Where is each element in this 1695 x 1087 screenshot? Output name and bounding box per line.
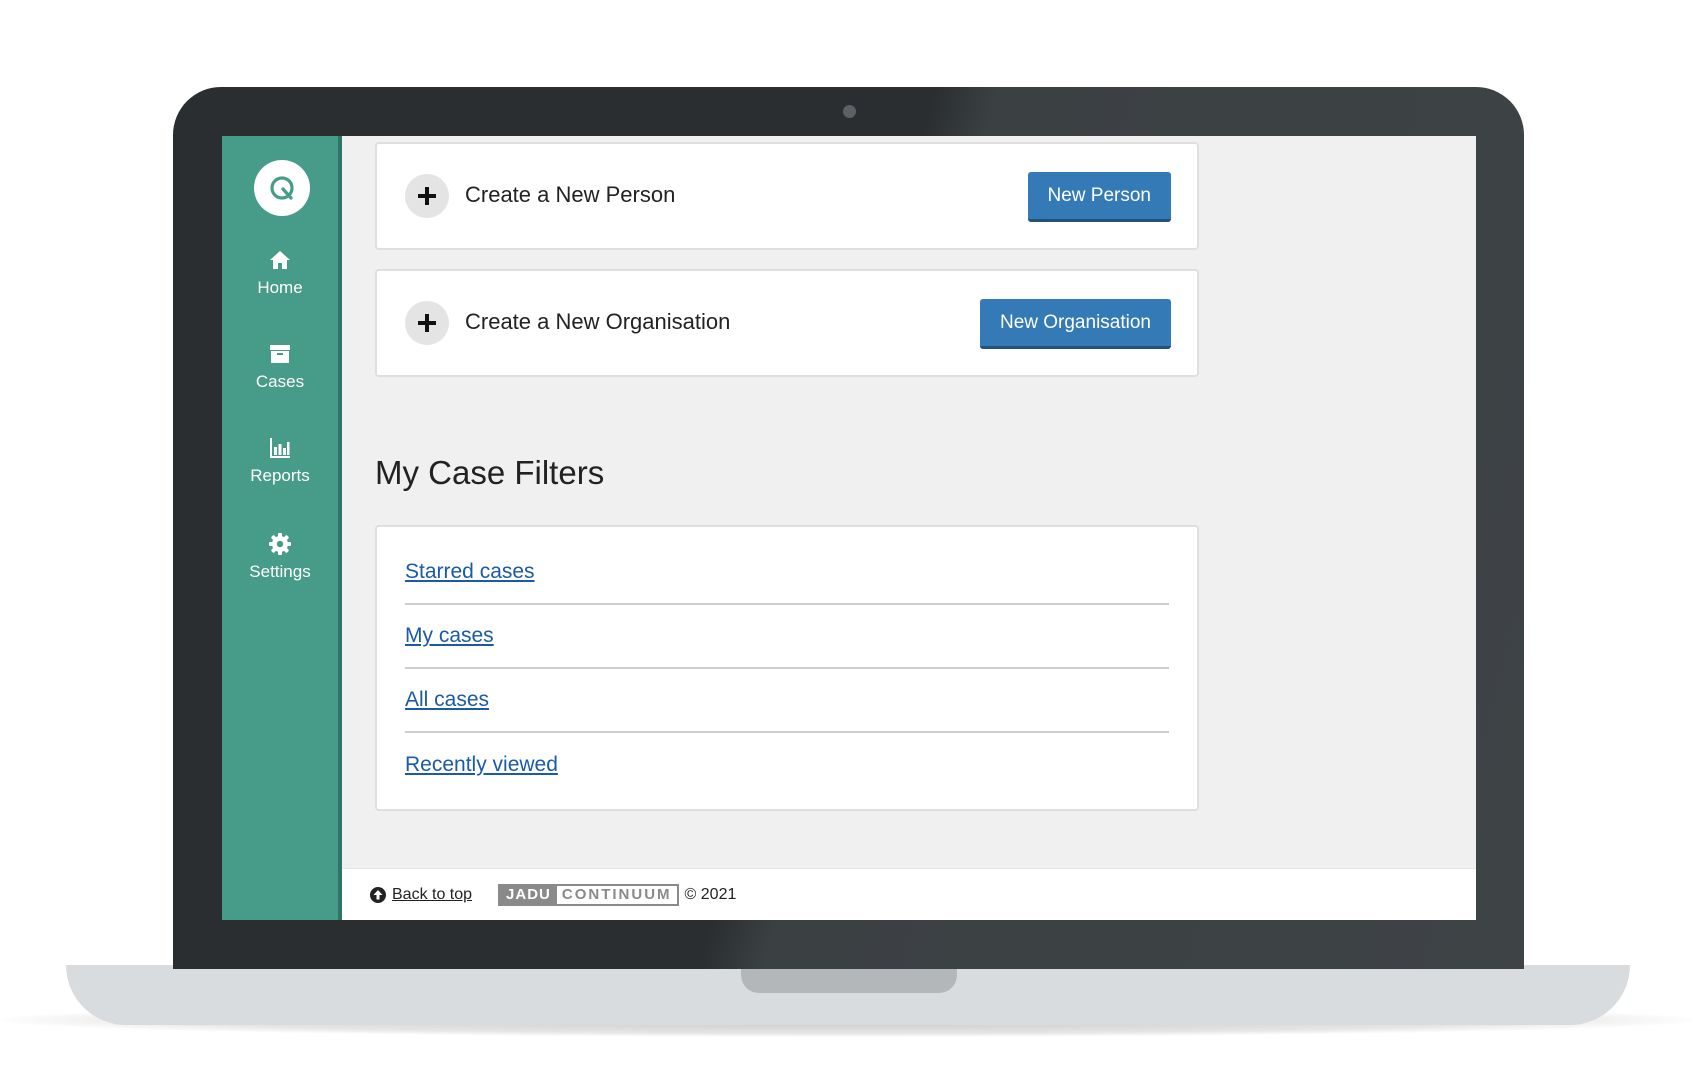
jadu-continuum-logo: JADU CONTINUUM bbox=[498, 883, 679, 906]
back-to-top-label: Back to top bbox=[392, 885, 473, 903]
main-content: Create a New Person New Person Create a … bbox=[342, 136, 1476, 868]
all-cases-link[interactable]: All cases bbox=[405, 688, 489, 712]
copyright-text: © 2021 bbox=[684, 885, 737, 903]
plus-icon bbox=[405, 301, 449, 345]
app-logo[interactable] bbox=[254, 160, 310, 216]
create-organisation-card: Create a New Organisation New Organisati… bbox=[375, 269, 1199, 377]
list-item: Starred cases bbox=[405, 541, 1169, 605]
app-logo-icon bbox=[270, 176, 294, 200]
create-person-card: Create a New Person New Person bbox=[375, 142, 1199, 250]
case-filters-card: Starred cases My cases All cases Recentl… bbox=[375, 525, 1199, 811]
back-to-top-link[interactable]: Back to top bbox=[370, 886, 472, 904]
plus-icon bbox=[405, 174, 449, 218]
home-icon bbox=[270, 251, 290, 269]
recently-viewed-link[interactable]: Recently viewed bbox=[405, 753, 558, 777]
my-cases-link[interactable]: My cases bbox=[405, 624, 494, 648]
new-organisation-button[interactable]: New Organisation bbox=[979, 299, 1171, 349]
case-filters-title: My Case Filters bbox=[375, 454, 605, 491]
footer: Back to top JADU CONTINUUM © 2021 bbox=[342, 868, 1476, 920]
new-person-button[interactable]: New Person bbox=[1027, 172, 1171, 222]
sidebar-item-label: Settings bbox=[249, 562, 311, 581]
list-item: My cases bbox=[405, 605, 1169, 669]
list-item: Recently viewed bbox=[405, 733, 1169, 797]
brand-part-jadu: JADU bbox=[500, 885, 557, 904]
sidebar-item-label: Home bbox=[257, 278, 303, 297]
brand-part-continuum: CONTINUUM bbox=[561, 886, 672, 903]
sidebar-item-cases[interactable]: Cases bbox=[222, 334, 338, 412]
sidebar-item-reports[interactable]: Reports bbox=[222, 428, 338, 506]
create-person-title: Create a New Person bbox=[465, 182, 676, 207]
starred-cases-link[interactable]: Starred cases bbox=[405, 560, 535, 584]
sidebar-item-label: Reports bbox=[250, 466, 310, 485]
bar-chart-icon bbox=[270, 438, 290, 458]
sidebar: Home Cases Reports Settings bbox=[222, 136, 342, 920]
laptop-camera bbox=[843, 105, 856, 118]
laptop-notch bbox=[741, 965, 957, 993]
create-organisation-title: Create a New Organisation bbox=[465, 309, 731, 334]
arrow-up-circle-icon bbox=[370, 886, 386, 903]
archive-box-icon bbox=[270, 345, 290, 363]
sidebar-item-label: Cases bbox=[255, 372, 305, 391]
list-item: All cases bbox=[405, 669, 1169, 733]
app-screen: Home Cases Reports Settings Create a New… bbox=[222, 136, 1476, 920]
sidebar-item-home[interactable]: Home bbox=[222, 240, 338, 318]
gear-icon bbox=[269, 533, 291, 555]
sidebar-item-settings[interactable]: Settings bbox=[222, 524, 338, 602]
